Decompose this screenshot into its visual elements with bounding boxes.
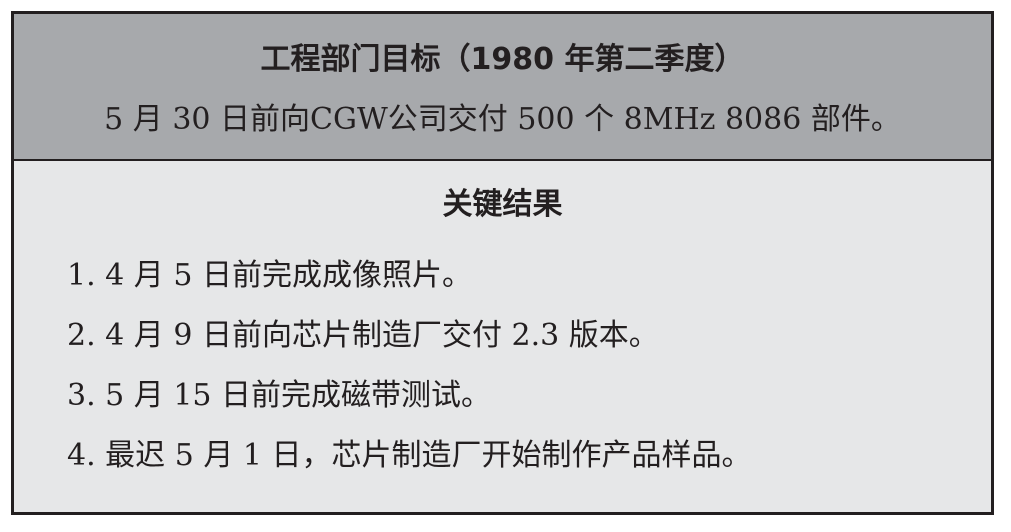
key-result-item: 2. 4 月 9 日前向芯片制造厂交付 2.3 版本。 <box>67 318 659 353</box>
key-results-list: 1. 4 月 5 日前完成成像照片。 2. 4 月 9 日前向芯片制造厂交付 2… <box>67 257 971 497</box>
key-results-title: 关键结果 <box>442 187 563 222</box>
objective-text: 5 月 30 日前向CGW公司交付 500 个 8MHz 8086 部件。 <box>104 102 901 137</box>
key-result-item: 3. 5 月 15 日前完成磁带测试。 <box>67 378 492 413</box>
key-results-section: 关键结果 1. 4 月 5 日前完成成像照片。 2. 4 月 9 日前向芯片制造… <box>14 161 991 512</box>
key-result-item: 4. 最迟 5 月 1 日，芯片制造厂开始制作产品样品。 <box>67 438 752 473</box>
okr-table: 工程部门目标（1980 年第二季度） 5 月 30 日前向CGW公司交付 500… <box>11 11 994 515</box>
key-result-item: 1. 4 月 5 日前完成成像照片。 <box>67 258 472 293</box>
objective-section: 工程部门目标（1980 年第二季度） 5 月 30 日前向CGW公司交付 500… <box>14 14 991 161</box>
objective-title: 工程部门目标（1980 年第二季度） <box>260 42 745 77</box>
